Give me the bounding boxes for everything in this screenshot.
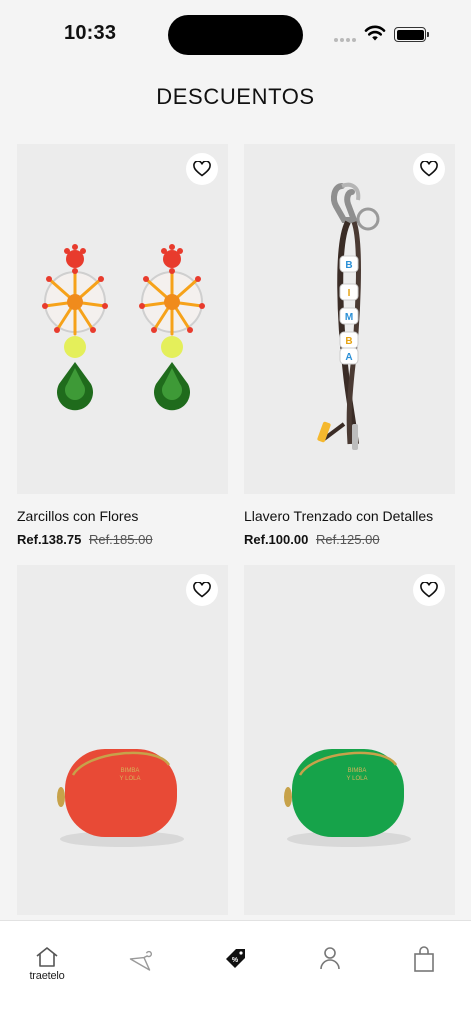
bead-letter: B: [345, 260, 352, 271]
discount-tag-icon: %: [226, 949, 245, 968]
status-time: 10:33: [64, 22, 117, 44]
cellular-signal-icon: [334, 38, 356, 42]
product-image[interactable]: [17, 144, 228, 494]
favorite-button[interactable]: [186, 574, 218, 606]
product-image[interactable]: B I M B A: [244, 144, 455, 494]
page-title: DESCUENTOS: [156, 84, 315, 109]
home-icon: [36, 947, 58, 967]
bead-letter: A: [345, 352, 352, 363]
product-old-price: Ref.185.00: [88, 532, 153, 547]
tab-home-label: traetelo: [29, 970, 65, 982]
shopping-bag-icon: [414, 946, 434, 972]
keychain-image: B I M B A: [317, 182, 380, 450]
product-card[interactable]: BIMBA Y LOLA: [244, 565, 455, 915]
dynamic-island: [168, 15, 303, 55]
product-image[interactable]: BIMBA Y LOLA: [244, 565, 455, 915]
svg-text:%: %: [232, 957, 239, 964]
tab-cart[interactable]: [400, 945, 448, 993]
purse-brand-line: BIMBA: [121, 768, 140, 774]
bead-letter: I: [348, 288, 351, 299]
bead-letter: B: [345, 336, 352, 347]
status-bar: 10:33: [0, 0, 471, 70]
battery-icon: [394, 27, 429, 42]
green-coin-purse-image: BIMBA Y LOLA: [284, 749, 411, 847]
product-price: Ref.138.75: [17, 532, 82, 547]
tab-home[interactable]: traetelo: [23, 945, 71, 993]
product-prices: Ref.138.75 Ref.185.00: [17, 532, 228, 547]
purse-brand-line: Y LOLA: [347, 776, 368, 782]
heart-icon: [420, 161, 438, 177]
favorite-button[interactable]: [413, 574, 445, 606]
tab-catalog[interactable]: [118, 945, 166, 993]
user-icon: [320, 947, 340, 970]
purse-brand-line: Y LOLA: [120, 776, 141, 782]
favorite-button[interactable]: [413, 153, 445, 185]
heart-icon: [193, 582, 211, 598]
wifi-icon: [364, 25, 386, 41]
product-card[interactable]: B I M B A Llavero Trenzado con Detalles …: [244, 144, 455, 547]
tab-profile[interactable]: [306, 945, 354, 993]
heart-icon: [193, 161, 211, 177]
product-old-price: Ref.125.00: [315, 532, 380, 547]
product-image[interactable]: BIMBA Y LOLA: [17, 565, 228, 915]
bead-letter: M: [345, 312, 353, 323]
product-card[interactable]: Zarcillos con Flores Ref.138.75 Ref.185.…: [17, 144, 228, 547]
red-coin-purse-image: BIMBA Y LOLA: [57, 749, 184, 847]
product-name[interactable]: Llavero Trenzado con Detalles: [244, 508, 455, 524]
product-price: Ref.100.00: [244, 532, 309, 547]
product-name[interactable]: Zarcillos con Flores: [17, 508, 228, 524]
purse-brand-line: BIMBA: [348, 768, 367, 774]
earrings-image: [42, 242, 207, 412]
tab-discounts[interactable]: %: [212, 945, 260, 993]
favorite-button[interactable]: [186, 153, 218, 185]
heart-icon: [420, 582, 438, 598]
product-prices: Ref.100.00 Ref.125.00: [244, 532, 455, 547]
hanger-icon: [129, 950, 152, 971]
product-card[interactable]: BIMBA Y LOLA: [17, 565, 228, 915]
bottom-tab-bar: traetelo %: [0, 920, 471, 1024]
